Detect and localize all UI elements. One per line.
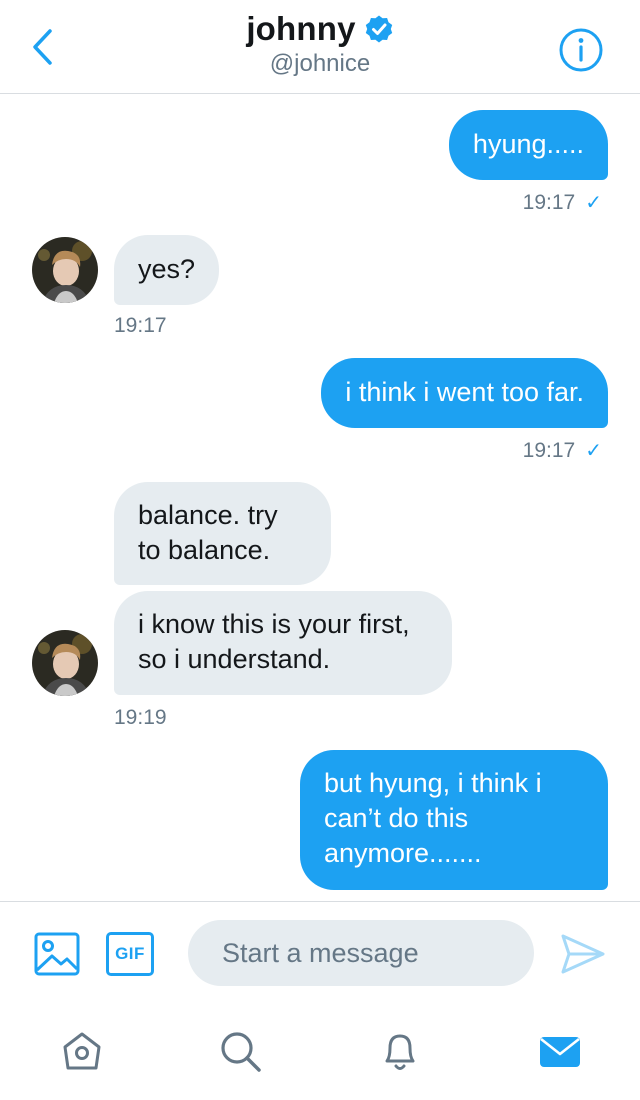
add-image-button[interactable] <box>34 932 80 976</box>
incoming-message[interactable]: yes? <box>114 235 220 305</box>
info-button[interactable] <box>558 27 604 73</box>
message-time: 19:17 <box>114 314 167 337</box>
contact-handle: @johnice <box>269 50 371 77</box>
conversation-header: johnny @johnice <box>0 0 640 94</box>
sent-check-icon: ✓ <box>585 192 602 214</box>
search-icon <box>221 1032 261 1072</box>
message-time: 19:17 ✓ <box>522 439 602 462</box>
bottom-tab-bar <box>0 1005 640 1100</box>
sent-check-icon: ✓ <box>585 440 602 462</box>
avatar[interactable] <box>32 630 98 696</box>
tab-notifications[interactable] <box>376 1027 424 1075</box>
message-time: 19:17 ✓ <box>522 191 602 214</box>
outgoing-message[interactable]: hyung..... <box>448 110 608 180</box>
outgoing-message[interactable]: i think i went too far. <box>321 358 608 428</box>
message-time: 19:19 <box>114 706 167 729</box>
gif-button[interactable]: GIF <box>106 932 154 976</box>
tab-messages[interactable] <box>536 1027 584 1075</box>
outgoing-message[interactable]: but hyung, i think i can’t do this anymo… <box>300 750 608 890</box>
avatar[interactable] <box>32 237 98 303</box>
conversation-title[interactable]: johnny @johnice <box>0 10 640 78</box>
message-list[interactable]: hyung..... 19:17 ✓ yes? 19:17 i think i w… <box>0 95 640 901</box>
verified-badge-icon <box>365 15 392 43</box>
bell-icon <box>385 1034 415 1070</box>
incoming-message[interactable]: balance. try to balance. <box>114 482 331 585</box>
tab-search[interactable] <box>216 1027 264 1075</box>
message-input[interactable] <box>188 920 534 986</box>
tab-home[interactable] <box>58 1027 106 1075</box>
home-icon <box>63 1032 101 1070</box>
info-circle-icon <box>559 28 603 72</box>
mail-icon <box>540 1037 580 1067</box>
contact-name: johnny <box>246 10 356 47</box>
send-button[interactable] <box>560 932 606 976</box>
send-icon <box>561 934 605 974</box>
message-composer: GIF <box>0 901 640 1005</box>
incoming-message[interactable]: i know this is your first, so i understa… <box>114 591 452 695</box>
image-icon <box>34 932 80 976</box>
